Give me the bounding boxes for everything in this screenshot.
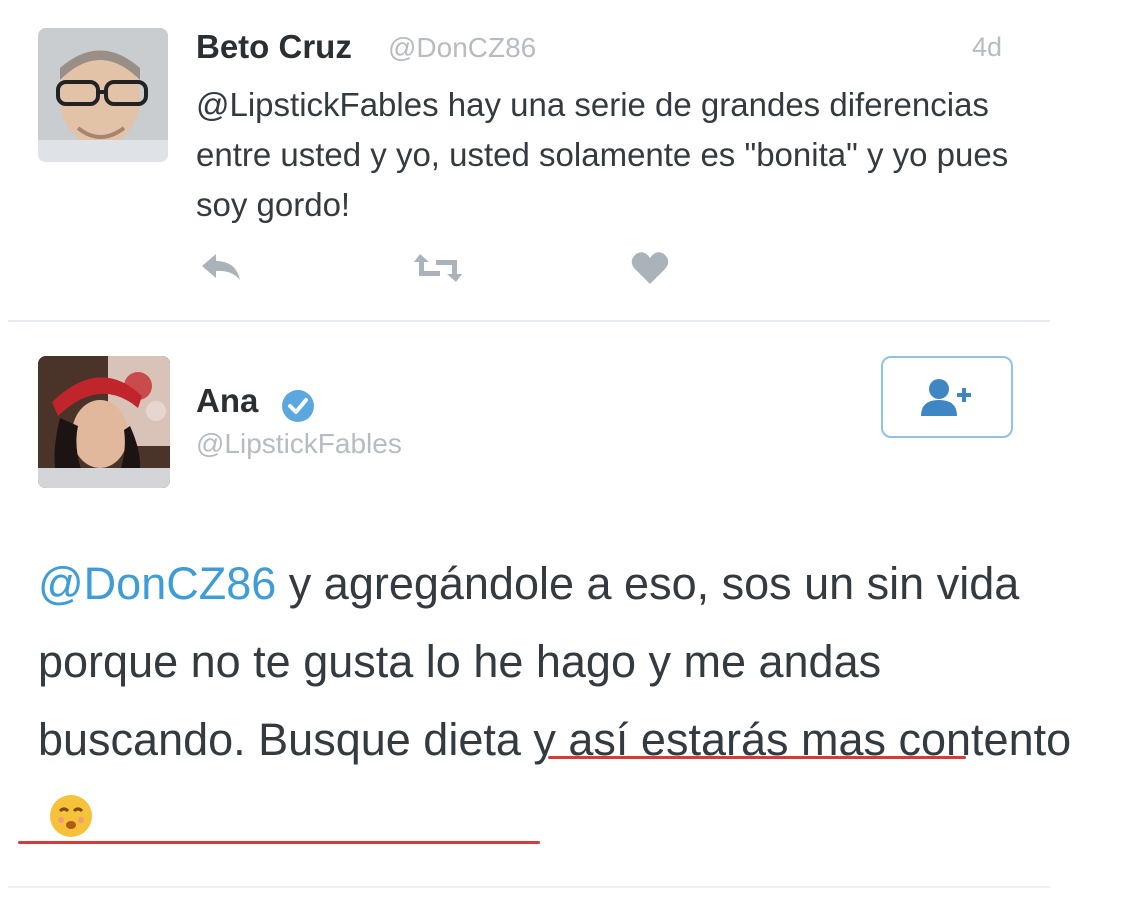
- verified-badge-icon: [280, 388, 316, 429]
- author-handle[interactable]: @LipstickFables: [196, 428, 402, 460]
- follow-button[interactable]: [881, 356, 1013, 438]
- tweet-text: @LipstickFables hay una serie de grandes…: [196, 86, 1009, 223]
- ana-avatar[interactable]: [38, 356, 170, 488]
- timestamp[interactable]: 4d: [972, 32, 1002, 63]
- reply-icon[interactable]: [198, 250, 244, 291]
- bottom-divider: [8, 886, 1050, 888]
- reply-tweet: Beto Cruz @DonCZ86 4d @LipstickFables ha…: [0, 0, 1125, 322]
- mention-link[interactable]: @DonCZ86: [38, 558, 276, 609]
- author-name[interactable]: Beto Cruz: [196, 28, 352, 66]
- tweet-text: @DonCZ86 y agregándole a eso, sos un sin…: [38, 545, 1088, 857]
- author-handle[interactable]: @DonCZ86: [388, 32, 536, 64]
- underline-mark: [548, 756, 966, 759]
- retweet-icon[interactable]: [412, 250, 464, 291]
- tweet-divider: [8, 320, 1050, 322]
- like-icon[interactable]: [630, 250, 670, 291]
- underline-mark: [18, 841, 540, 844]
- follow-user-icon: [919, 378, 979, 423]
- beto-cruz-avatar[interactable]: [38, 28, 168, 162]
- kissing-face-icon: [48, 785, 94, 837]
- author-name[interactable]: Ana: [196, 382, 258, 420]
